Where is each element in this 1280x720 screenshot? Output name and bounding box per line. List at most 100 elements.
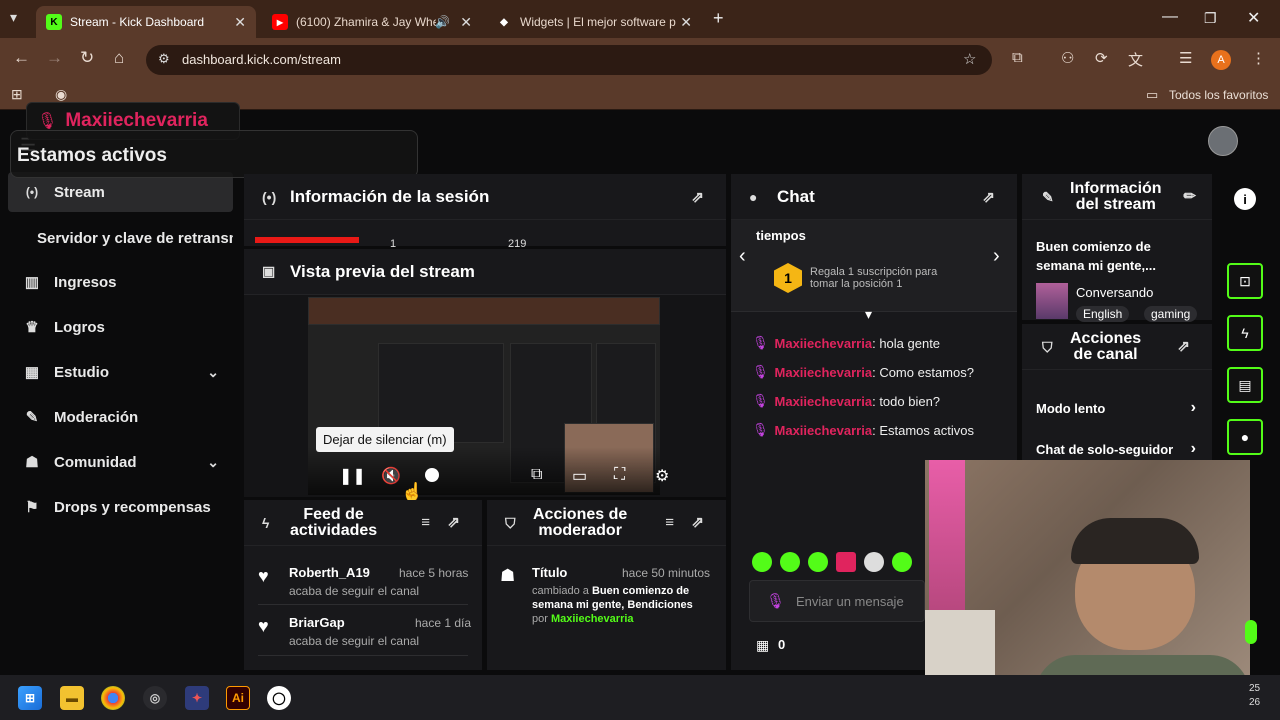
new-tab-button[interactable]: +: [713, 8, 724, 29]
folder-icon: ▭: [1146, 87, 1159, 102]
volume-slider-knob[interactable]: [425, 468, 439, 482]
popout-icon[interactable]: ⇗: [691, 514, 704, 531]
sidebar-item-drops[interactable]: ⚑ Drops y recompensas: [8, 487, 233, 527]
channel-action-followers-only[interactable]: Chat de solo-seguidor ›: [1036, 442, 1196, 457]
theater-icon[interactable]: ▭: [572, 466, 587, 486]
channel-action-label: Modo lento: [1036, 401, 1106, 416]
emote-icon[interactable]: [752, 552, 772, 572]
file-explorer-icon[interactable]: ▬: [60, 686, 84, 710]
shield-icon: ⛉: [1042, 338, 1053, 355]
extension-b-icon[interactable]: ⟳: [1095, 49, 1108, 67]
media-icon[interactable]: ☰: [1179, 49, 1192, 67]
apps-grid-icon[interactable]: ⊞: [11, 86, 23, 103]
fullscreen-icon[interactable]: ⛶: [614, 466, 625, 484]
close-tab-icon[interactable]: ✕: [234, 14, 246, 31]
chevron-right-icon: ›: [1190, 399, 1196, 416]
user-avatar[interactable]: [1208, 126, 1238, 156]
chat-username[interactable]: Maxiiechevarria: [775, 423, 873, 438]
feed-username[interactable]: BriarGap: [289, 615, 345, 630]
filter-icon[interactable]: ≡: [665, 514, 674, 531]
globe-icon[interactable]: ◉: [55, 86, 67, 103]
settings-gear-icon[interactable]: ⚙: [655, 466, 669, 486]
extensions-icon[interactable]: ⧉: [1012, 49, 1023, 66]
collapse-icon[interactable]: ▾: [865, 306, 872, 323]
detail-user[interactable]: Maxiiechevarria: [551, 613, 634, 625]
app-icon[interactable]: ✦: [185, 686, 209, 710]
restore-icon[interactable]: ❐: [1204, 10, 1217, 27]
bookmark-star-icon[interactable]: ☆: [963, 50, 976, 68]
emote-icon[interactable]: [892, 552, 912, 572]
window-close-icon[interactable]: ✕: [1247, 8, 1260, 28]
chat-bubble-icon[interactable]: ●: [1227, 419, 1263, 455]
chat-username[interactable]: Maxiiechevarria: [775, 394, 873, 409]
emote-icon[interactable]: [808, 552, 828, 572]
minimize-icon[interactable]: —: [1162, 8, 1178, 26]
sidebar-item-ingresos[interactable]: ▥ Ingresos: [8, 262, 233, 302]
chat-username[interactable]: Maxiiechevarria: [775, 336, 873, 351]
lightning-icon[interactable]: ϟ: [1227, 315, 1263, 351]
filter-icon[interactable]: ≡: [421, 514, 430, 531]
pip-icon[interactable]: ⧉: [531, 466, 542, 484]
address-bar[interactable]: ⚙ dashboard.kick.com/stream ☆: [146, 45, 992, 75]
edit-pencil-icon[interactable]: ✏: [1183, 188, 1196, 205]
close-tab-icon[interactable]: ✕: [680, 14, 692, 31]
tag-pill[interactable]: gaming: [1144, 306, 1198, 322]
status-overlay: Estamos activos: [10, 130, 418, 178]
title-line: del stream: [1075, 195, 1156, 213]
sidebar-item-stream[interactable]: (•) Stream: [8, 172, 233, 212]
all-bookmarks-label[interactable]: Todos los favoritos: [1169, 88, 1268, 102]
translate-icon[interactable]: 文: [1128, 49, 1143, 70]
tab-kick-dashboard[interactable]: K Stream - Kick Dashboard ✕: [36, 6, 256, 38]
emote-icon[interactable]: [864, 552, 884, 572]
chat-bubble-icon: ●: [749, 188, 758, 205]
popout-icon[interactable]: ⇗: [982, 188, 995, 206]
sidebar-item-server-key[interactable]: Servidor y clave de retransm: [8, 218, 233, 258]
sidebar-item-moderacion[interactable]: ✎ Moderación: [8, 397, 233, 437]
chevron-right-icon[interactable]: ›: [993, 245, 1000, 268]
emote-icon[interactable]: [780, 552, 800, 572]
home-icon[interactable]: ⌂: [114, 48, 124, 68]
close-tab-icon[interactable]: ✕: [460, 14, 472, 31]
preview-browser-bar: [308, 297, 660, 325]
chevron-left-icon[interactable]: ‹: [739, 245, 746, 268]
channel-action-slow-mode[interactable]: Modo lento ›: [1036, 399, 1196, 416]
tab-youtube[interactable]: ▶ (6100) Zhamira & Jay Whee 🔊 ✕: [262, 6, 482, 38]
reload-icon[interactable]: ↻: [80, 48, 94, 68]
site-info-icon[interactable]: ⚙: [158, 51, 170, 67]
tab-widgets[interactable]: ◆ Widgets | El mejor software par ✕: [486, 6, 702, 38]
tab-search-icon[interactable]: ▾: [10, 9, 17, 26]
sidebar-item-comunidad[interactable]: ☗ Comunidad ⌄: [8, 442, 233, 482]
popout-icon[interactable]: ⇗: [447, 514, 460, 531]
illustrator-icon[interactable]: Ai: [226, 686, 250, 710]
menu-icon[interactable]: ⋮: [1251, 49, 1266, 67]
muted-speaker-icon[interactable]: 🔇: [381, 466, 401, 486]
emote-icon[interactable]: [836, 552, 856, 572]
document-icon[interactable]: ▤: [1227, 367, 1263, 403]
detail-text: cambiado a: [532, 585, 592, 597]
tag-pill[interactable]: English: [1076, 306, 1130, 322]
chrome-icon[interactable]: [101, 686, 125, 710]
chat-message: 🎙 Maxiiechevarria: Estamos activos: [752, 422, 974, 438]
forward-icon[interactable]: →: [46, 48, 63, 68]
info-icon[interactable]: i: [1234, 188, 1256, 210]
screenshot-icon[interactable]: ⊡: [1227, 263, 1263, 299]
obs-icon[interactable]: ◎: [143, 686, 167, 710]
back-icon[interactable]: ←: [13, 48, 30, 68]
popout-icon[interactable]: ⇗: [691, 188, 704, 206]
sidebar-item-logros[interactable]: ♛ Logros: [8, 307, 233, 347]
windows-start-icon[interactable]: ⊞: [18, 686, 42, 710]
clock-fragment: 25: [1249, 683, 1261, 694]
pause-icon[interactable]: ❚❚: [339, 466, 366, 486]
community-icon: ☗: [25, 454, 39, 471]
profile-avatar[interactable]: A: [1211, 50, 1231, 70]
category-name[interactable]: Conversando: [1076, 285, 1153, 300]
gift-text: Regala 1 suscripción para: [810, 266, 938, 278]
chat-username[interactable]: Maxiiechevarria: [775, 365, 873, 380]
feed-time: hace 1 día: [415, 616, 472, 630]
app-circle-icon[interactable]: ◯: [267, 686, 291, 710]
popout-icon[interactable]: ⇗: [1177, 338, 1190, 355]
sidebar-item-estudio[interactable]: ▦ Estudio ⌄: [8, 352, 233, 392]
feed-username[interactable]: Roberth_A19: [289, 565, 370, 580]
extension-a-icon[interactable]: ⚇: [1061, 49, 1074, 67]
chat-input[interactable]: 🎙 Enviar un mensaje: [749, 580, 925, 622]
